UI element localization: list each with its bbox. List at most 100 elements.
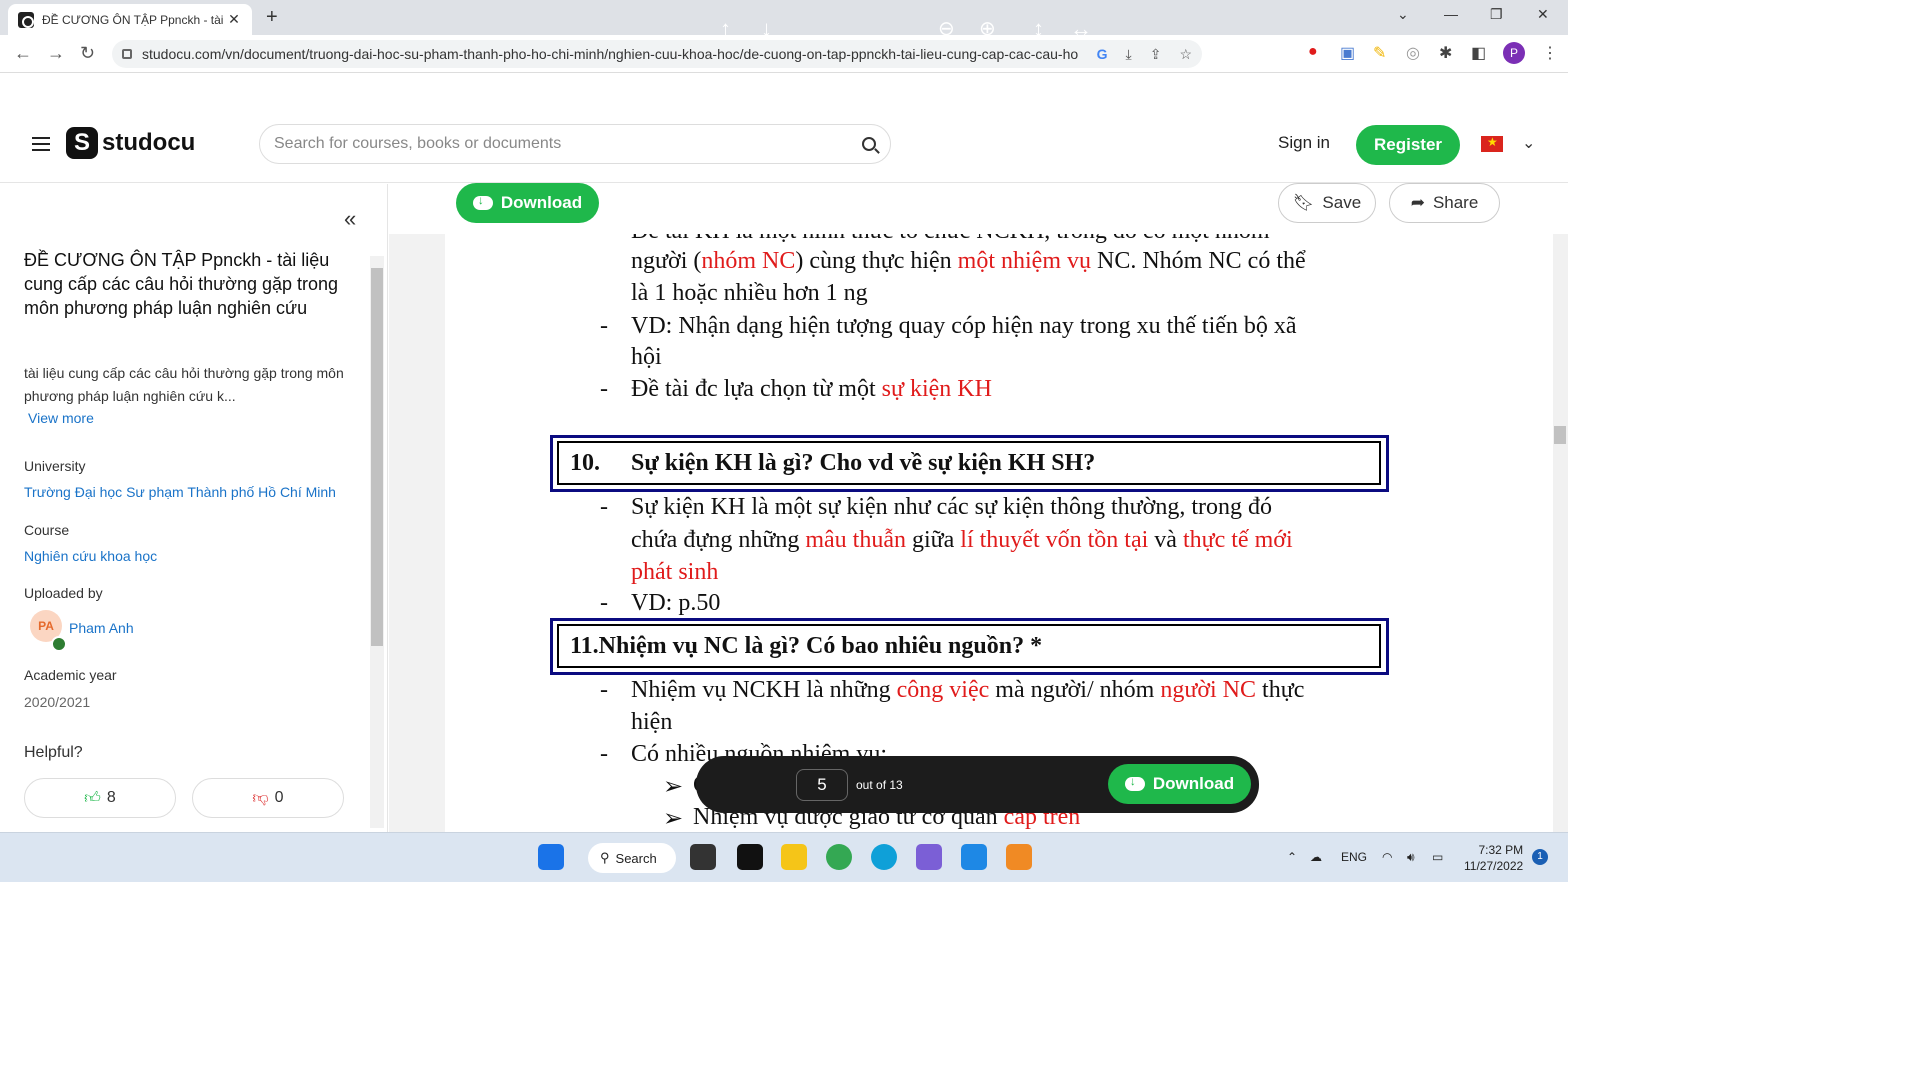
bookmark-icon: 🔖︎ bbox=[1292, 193, 1315, 212]
document-info-sidebar: « ĐỀ CƯƠNG ÔN TẬP Ppnckh - tài liệu cung… bbox=[0, 184, 388, 832]
file-explorer-icon[interactable] bbox=[781, 844, 807, 870]
vietnam-flag-icon[interactable] bbox=[1481, 135, 1503, 152]
language-indicator[interactable]: ENG bbox=[1341, 850, 1367, 864]
bookmark-star-icon[interactable]: ☆ bbox=[1179, 46, 1192, 63]
document-scroll-thumb[interactable] bbox=[1554, 426, 1566, 444]
academic-year-value: 2020/2021 bbox=[24, 694, 91, 710]
browser-tab[interactable]: ĐỀ CƯƠNG ÔN TẬP Ppnckh - tài ✕ bbox=[8, 4, 252, 35]
share-arrow-icon: ➦ bbox=[1410, 193, 1425, 212]
floating-download-button[interactable]: Download bbox=[1108, 764, 1251, 804]
new-tab-icon[interactable]: + bbox=[266, 6, 278, 29]
extensions-puzzle-icon[interactable]: ✱ bbox=[1439, 43, 1452, 63]
doc-line: phát sinh bbox=[631, 559, 719, 585]
chrome-icon[interactable] bbox=[826, 844, 852, 870]
notion-icon[interactable] bbox=[737, 844, 763, 870]
sign-in-link[interactable]: Sign in bbox=[1278, 133, 1330, 153]
cloud-download-icon bbox=[1124, 774, 1145, 791]
previous-page-icon[interactable]: ↑ bbox=[720, 16, 731, 42]
fit-width-icon[interactable]: ↔ bbox=[1070, 16, 1092, 42]
vscode-icon[interactable] bbox=[961, 844, 987, 870]
address-bar[interactable]: studocu.com/vn/document/truong-dai-hoc-s… bbox=[112, 40, 1202, 68]
document-description: tài liệu cung cấp các câu hỏi thường gặp… bbox=[24, 365, 344, 404]
collapse-sidebar-icon[interactable]: « bbox=[344, 206, 356, 232]
search-placeholder: Search for courses, books or documents bbox=[274, 135, 562, 152]
like-button[interactable]: 👍︎ 8 bbox=[24, 778, 176, 818]
edge-icon[interactable] bbox=[871, 844, 897, 870]
highlighter-extension-icon[interactable]: ✎ bbox=[1373, 43, 1386, 63]
wifi-icon[interactable]: ◠ bbox=[1382, 850, 1392, 864]
download-label: Download bbox=[1152, 774, 1235, 793]
question-10-number: 10. bbox=[570, 450, 600, 476]
register-button[interactable]: Register bbox=[1356, 125, 1460, 165]
url-text: studocu.com/vn/document/truong-dai-hoc-s… bbox=[142, 46, 1079, 62]
tab-search-chevron-icon[interactable]: ⌄ bbox=[1397, 6, 1409, 23]
uploaded-by-label: Uploaded by bbox=[24, 585, 103, 601]
share-button[interactable]: ➦ Share bbox=[1389, 183, 1500, 223]
academic-year-label: Academic year bbox=[24, 667, 117, 683]
visual-studio-icon[interactable] bbox=[916, 844, 942, 870]
arrow-bullet: ➢ bbox=[663, 806, 684, 832]
reload-icon[interactable]: ↻ bbox=[80, 43, 95, 64]
chevron-down-icon[interactable]: ⌄ bbox=[1522, 133, 1535, 153]
sidebar-scroll-thumb[interactable] bbox=[371, 268, 383, 646]
windows-start-icon[interactable] bbox=[538, 844, 564, 870]
install-icon[interactable]: ⤓ bbox=[1126, 46, 1132, 63]
doc-line: Đề tài KH là một hình thức tổ chức NCKH,… bbox=[631, 234, 1270, 245]
clock[interactable]: 7:32 PM 11/27/2022 bbox=[1464, 842, 1523, 874]
uploader-link[interactable]: Pham Anh bbox=[69, 620, 134, 636]
dash-bullet: - bbox=[600, 590, 608, 616]
save-button[interactable]: 🔖︎ Save bbox=[1278, 183, 1376, 223]
volume-icon[interactable]: 🔊︎ bbox=[1407, 850, 1415, 865]
site-header: studocu Search for courses, books or doc… bbox=[0, 105, 1568, 183]
university-link[interactable]: Trường Đại học Sư phạm Thành phố Hồ Chí … bbox=[24, 484, 336, 500]
search-input[interactable]: Search for courses, books or documents bbox=[259, 124, 891, 164]
download-button[interactable]: Download bbox=[456, 183, 599, 223]
google-icon[interactable]: G bbox=[1097, 46, 1108, 62]
clock-time: 7:32 PM bbox=[1478, 843, 1524, 857]
opera-extension-icon[interactable]: ● bbox=[1308, 43, 1318, 61]
doc-line: Sự kiện KH là một sự kiện như các sự kiệ… bbox=[631, 494, 1272, 520]
next-page-icon[interactable]: ↓ bbox=[761, 16, 772, 42]
task-view-icon[interactable] bbox=[690, 844, 716, 870]
notification-badge[interactable]: 1 bbox=[1532, 849, 1548, 865]
share-page-icon[interactable]: ⇪ bbox=[1150, 46, 1162, 63]
battery-icon[interactable]: ▭ bbox=[1432, 850, 1443, 864]
maximize-icon[interactable]: ❐ bbox=[1490, 6, 1503, 23]
save-label: Save bbox=[1322, 193, 1362, 212]
minimize-icon[interactable]: — bbox=[1444, 6, 1458, 22]
browser-menu-icon[interactable]: ⋮ bbox=[1542, 43, 1558, 63]
zoom-out-icon[interactable]: ⊖ bbox=[938, 16, 955, 41]
studocu-logo[interactable]: studocu bbox=[66, 127, 195, 159]
tray-chevron-icon[interactable]: ⌃ bbox=[1287, 850, 1297, 864]
back-icon[interactable]: ← bbox=[14, 43, 32, 64]
helpful-label: Helpful? bbox=[24, 744, 83, 761]
side-panel-icon[interactable]: ◧ bbox=[1471, 43, 1486, 63]
dash-bullet: - bbox=[600, 741, 608, 767]
menu-icon[interactable] bbox=[32, 137, 50, 151]
page-number-input[interactable]: 5 bbox=[796, 769, 848, 801]
taskbar-search[interactable]: ⚲ Search bbox=[588, 843, 676, 873]
forward-icon[interactable]: → bbox=[47, 43, 65, 64]
search-icon[interactable] bbox=[862, 137, 876, 151]
dash-bullet: - bbox=[600, 234, 608, 245]
document-page: - Đề tài KH là một hình thức tổ chức NCK… bbox=[445, 234, 1553, 832]
dash-bullet: - bbox=[600, 376, 608, 402]
compass-extension-icon[interactable]: ◎ bbox=[1406, 43, 1420, 63]
dash-bullet: - bbox=[600, 313, 608, 339]
onedrive-icon[interactable]: ☁ bbox=[1310, 850, 1322, 864]
course-link[interactable]: Nghiên cứu khoa học bbox=[24, 548, 157, 564]
close-window-icon[interactable]: ✕ bbox=[1537, 6, 1549, 23]
pdf-app-icon[interactable] bbox=[1006, 844, 1032, 870]
zoom-in-icon[interactable]: ⊕ bbox=[979, 16, 996, 41]
profile-avatar[interactable]: P bbox=[1503, 42, 1525, 64]
close-tab-icon[interactable]: ✕ bbox=[226, 11, 242, 28]
dislike-button[interactable]: 👎︎ 0 bbox=[192, 778, 344, 818]
uploader-badge-icon bbox=[51, 636, 67, 652]
doc-line: hội bbox=[631, 344, 662, 370]
view-more-link[interactable]: View more bbox=[28, 410, 94, 426]
fit-height-icon[interactable]: ↕ bbox=[1033, 16, 1044, 42]
studocu-favicon-icon bbox=[18, 11, 34, 28]
translate-extension-icon[interactable]: ▣ bbox=[1340, 43, 1355, 63]
doc-line: VD: p.50 bbox=[631, 590, 721, 616]
document-scrollbar[interactable] bbox=[1553, 234, 1568, 832]
